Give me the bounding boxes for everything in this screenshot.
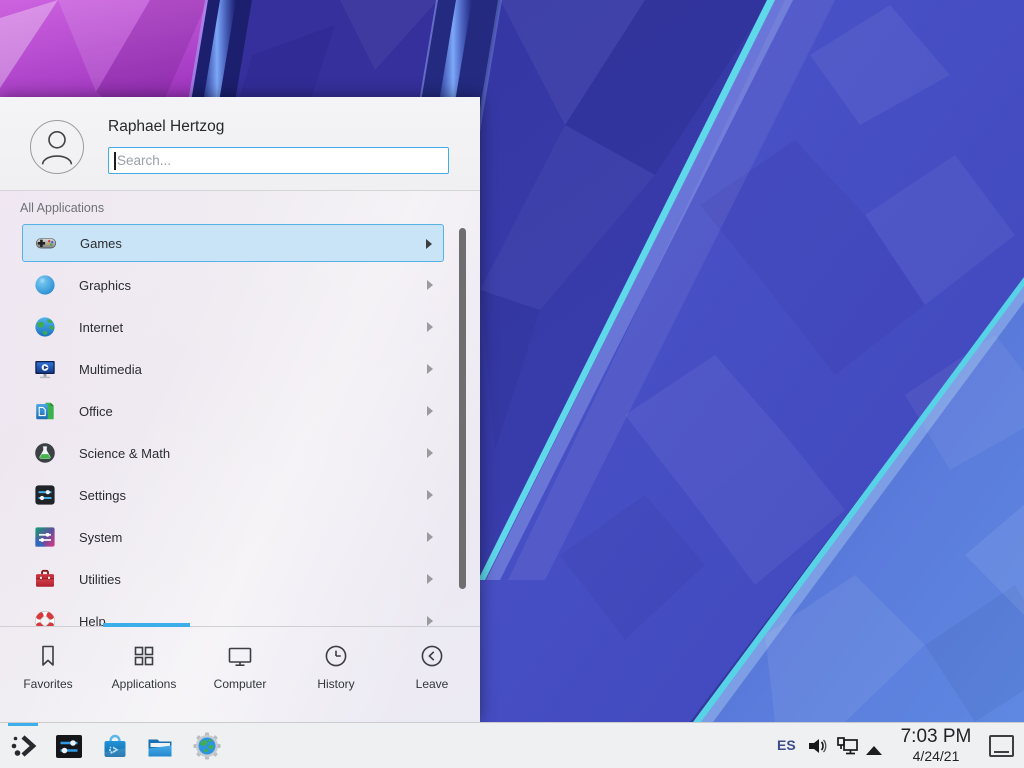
category-help[interactable]: Help — [22, 602, 444, 626]
application-launcher-button[interactable] — [9, 731, 39, 761]
category-utilities[interactable]: Utilities — [22, 560, 444, 598]
category-label: System — [79, 530, 122, 545]
clock-date: 4/24/21 — [892, 748, 980, 764]
user-avatar[interactable] — [30, 120, 84, 174]
submenu-arrow-icon — [427, 364, 433, 374]
category-office[interactable]: Office — [22, 392, 444, 430]
submenu-arrow-icon — [427, 280, 433, 290]
show-desktop-button[interactable] — [989, 735, 1014, 757]
user-name: Raphael Hertzog — [108, 118, 224, 136]
taskbar: ES 7:03 PM 4/24/21 — [0, 722, 1024, 768]
submenu-arrow-icon — [427, 490, 433, 500]
search-input[interactable]: Search... — [108, 147, 449, 174]
utilities-toolbox-icon — [33, 567, 57, 591]
tab-leave[interactable]: Leave — [384, 630, 480, 722]
desktop: { "user": { "name": "Raphael Hertzog" },… — [0, 0, 1024, 768]
submenu-arrow-icon — [426, 239, 432, 249]
digital-clock[interactable]: 7:03 PM 4/24/21 — [892, 725, 980, 764]
category-games[interactable]: Games — [22, 224, 444, 262]
wired-network-icon — [836, 735, 860, 757]
internet-globe-icon — [33, 315, 57, 339]
launcher-tabbar: Favorites Applications Computer — [0, 630, 480, 722]
volume-button[interactable] — [806, 735, 828, 762]
network-button[interactable] — [836, 735, 860, 762]
tabbar-separator — [0, 626, 480, 627]
category-label: Multimedia — [79, 362, 142, 377]
text-cursor — [114, 152, 116, 170]
app-grid-icon — [130, 642, 158, 670]
tab-favorites[interactable]: Favorites — [0, 630, 96, 722]
volume-icon — [806, 735, 828, 757]
category-science-math[interactable]: Science & Math — [22, 434, 444, 472]
tab-applications[interactable]: Applications — [96, 630, 192, 722]
submenu-arrow-icon — [427, 574, 433, 584]
category-multimedia[interactable]: Multimedia — [22, 350, 444, 388]
submenu-arrow-icon — [427, 322, 433, 332]
office-icon — [33, 399, 57, 423]
folder-icon — [145, 731, 175, 761]
discover-button[interactable] — [100, 731, 130, 761]
file-manager-button[interactable] — [145, 731, 175, 761]
section-label: All Applications — [20, 201, 104, 215]
system-icon — [33, 525, 57, 549]
clock-time: 7:03 PM — [892, 725, 980, 748]
expand-tray-button[interactable] — [866, 742, 882, 760]
category-label: Help — [79, 614, 106, 627]
show-desktop-icon — [994, 751, 1009, 753]
browser-globe-icon — [192, 731, 222, 761]
launcher-header: Raphael Hertzog Search... — [0, 97, 480, 191]
category-label: Internet — [79, 320, 123, 335]
system-settings-icon — [54, 731, 84, 761]
submenu-arrow-icon — [427, 532, 433, 542]
graphics-icon — [33, 273, 57, 297]
tab-label: Applications — [112, 677, 177, 691]
category-label: Graphics — [79, 278, 131, 293]
keyboard-layout-indicator[interactable]: ES — [777, 737, 796, 753]
clock-icon — [322, 642, 350, 670]
bookmark-icon — [34, 642, 62, 670]
search-placeholder: Search... — [117, 148, 171, 173]
scrollbar-thumb[interactable] — [459, 228, 466, 589]
tab-label: Favorites — [23, 677, 72, 691]
expand-tray-icon — [866, 746, 882, 755]
web-browser-button[interactable] — [192, 731, 222, 761]
submenu-arrow-icon — [427, 448, 433, 458]
category-label: Science & Math — [79, 446, 170, 461]
settings-sliders-icon — [33, 483, 57, 507]
discover-icon — [100, 731, 130, 761]
help-lifebuoy-icon — [33, 609, 57, 626]
games-icon — [34, 231, 58, 255]
category-graphics[interactable]: Graphics — [22, 266, 444, 304]
leave-icon — [418, 642, 446, 670]
category-label: Settings — [79, 488, 126, 503]
category-internet[interactable]: Internet — [22, 308, 444, 346]
category-label: Games — [80, 236, 122, 251]
category-settings[interactable]: Settings — [22, 476, 444, 514]
tab-history[interactable]: History — [288, 630, 384, 722]
active-tab-indicator — [103, 623, 190, 627]
system-settings-button[interactable] — [54, 731, 84, 761]
user-icon — [31, 121, 83, 173]
category-list: Games Graphics Intern — [0, 217, 480, 626]
category-label: Office — [79, 404, 113, 419]
category-system[interactable]: System — [22, 518, 444, 556]
tab-computer[interactable]: Computer — [192, 630, 288, 722]
submenu-arrow-icon — [427, 616, 433, 626]
tab-label: History — [317, 677, 354, 691]
category-label: Utilities — [79, 572, 121, 587]
science-flask-icon — [33, 441, 57, 465]
tab-label: Leave — [416, 677, 449, 691]
application-launcher-menu: Raphael Hertzog Search... All Applicatio… — [0, 97, 480, 722]
multimedia-icon — [33, 357, 57, 381]
tab-label: Computer — [214, 677, 267, 691]
active-task-indicator — [8, 723, 38, 726]
submenu-arrow-icon — [427, 406, 433, 416]
monitor-icon — [226, 642, 254, 670]
kde-launcher-icon — [9, 731, 39, 761]
